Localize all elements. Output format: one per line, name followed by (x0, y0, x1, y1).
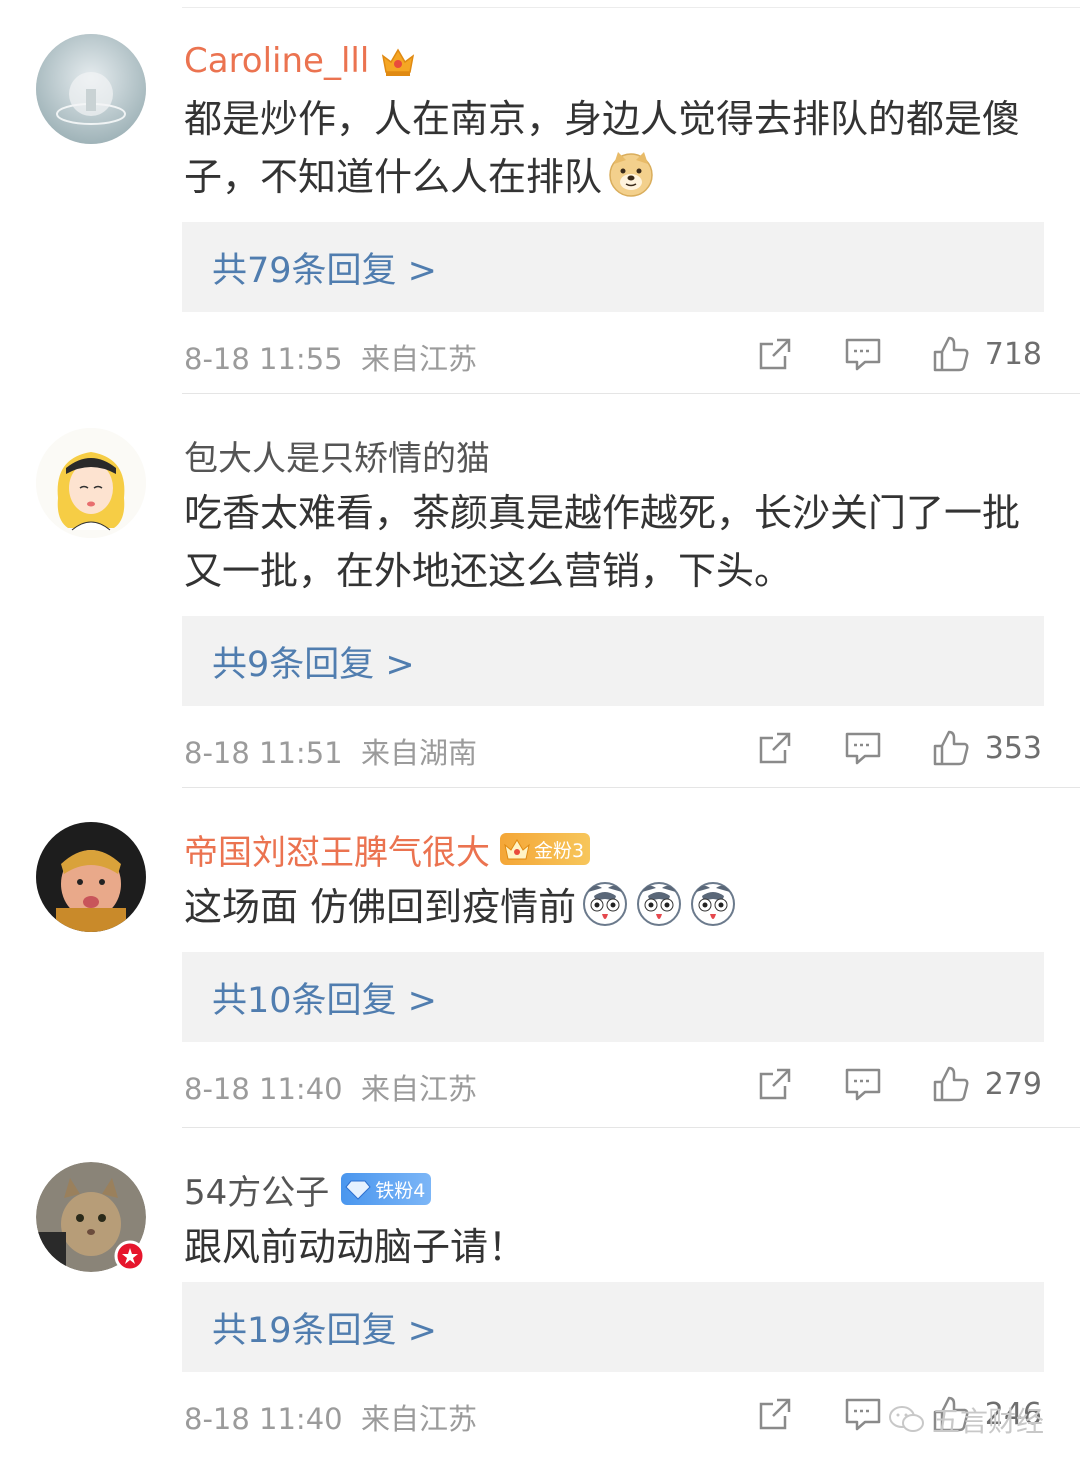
replies-count: 共9条回复 > (212, 644, 415, 685)
comment-item: Caroline_lll 都是炒作，人在南京，身边人觉得去排队的都是傻子，不知道… (0, 0, 1080, 394)
avatar[interactable] (36, 822, 146, 932)
like-count: 353 (984, 730, 1042, 766)
comment-location: 来自江苏 (361, 1072, 478, 1106)
comment-location: 来自湖南 (361, 736, 478, 770)
comment-icon[interactable] (843, 334, 883, 374)
comment-time: 8-18 11:51 (184, 736, 343, 770)
share-icon[interactable] (755, 1394, 795, 1434)
like-count: 718 (984, 336, 1042, 372)
comment-text: 这场面 仿佛回到疫情前 (184, 878, 1034, 936)
username[interactable]: Caroline_lll (184, 41, 369, 81)
share-icon[interactable] (755, 334, 795, 374)
comment-icon[interactable] (843, 1394, 883, 1434)
replies-count: 共10条回复 > (212, 980, 437, 1021)
fan-badge: 铁粉4 (341, 1173, 432, 1205)
diamond-badge-icon (345, 1180, 371, 1200)
avatar[interactable] (36, 428, 146, 538)
husky-emoji-icon (583, 882, 628, 926)
share-icon[interactable] (755, 1064, 795, 1104)
comment-text: 跟风前动动脑子请！ (184, 1225, 527, 1269)
wechat-icon (888, 1406, 924, 1432)
comment-icon[interactable] (843, 728, 883, 768)
replies-count: 共19条回复 > (212, 1310, 437, 1351)
username[interactable]: 54方公子 (184, 1165, 329, 1214)
username[interactable]: 包大人是只矫情的猫 (184, 431, 490, 480)
verified-badge-icon (114, 1240, 146, 1272)
comment-time: 8-18 11:40 (184, 1402, 343, 1436)
husky-emoji-icon (637, 882, 682, 926)
comment-time: 8-18 11:40 (184, 1072, 343, 1106)
share-icon[interactable] (755, 728, 795, 768)
comment-meta: 8-18 11:40 来自江苏 (184, 1066, 477, 1108)
doge-emoji-icon (609, 152, 653, 197)
watermark: 五言财经 (888, 1400, 1044, 1440)
like-icon[interactable] (931, 334, 971, 374)
like-icon[interactable] (931, 728, 971, 768)
comment-location: 来自江苏 (361, 1402, 478, 1436)
comment-meta: 8-18 11:51 来自湖南 (184, 730, 477, 772)
watermark-text: 五言财经 (931, 1405, 1044, 1438)
comment-time: 8-18 11:55 (184, 342, 343, 376)
fan-badge: 金粉3 (500, 833, 591, 865)
comment-item: 帝国刘怼王脾气很大 金粉3 这场面 仿佛回到疫情前 共10条回复 > 8-18 … (0, 788, 1080, 1128)
comment-location: 来自江苏 (361, 342, 478, 376)
crown-icon (382, 48, 415, 76)
crown-badge-icon (504, 839, 530, 860)
replies-link[interactable]: 共10条回复 > (182, 952, 1044, 1042)
replies-count: 共79条回复 > (212, 250, 437, 291)
husky-emoji-icon (691, 882, 736, 926)
username[interactable]: 帝国刘怼王脾气很大 (184, 825, 490, 874)
like-count: 279 (984, 1066, 1042, 1102)
avatar[interactable] (36, 34, 146, 144)
replies-link[interactable]: 共79条回复 > (182, 222, 1044, 312)
replies-link[interactable]: 共9条回复 > (182, 616, 1044, 706)
comment-meta: 8-18 11:55 来自江苏 (184, 336, 477, 378)
replies-link[interactable]: 共19条回复 > (182, 1282, 1044, 1372)
comment-text: 都是炒作，人在南京，身边人觉得去排队的都是傻子，不知道什么人在排队 (184, 97, 1021, 199)
comment-icon[interactable] (843, 1064, 883, 1104)
like-icon[interactable] (931, 1064, 971, 1104)
comment-meta: 8-18 11:40 来自江苏 (184, 1396, 477, 1438)
comment-text: 吃香太难看，茶颜真是越作越死，长沙关门了一批又一批，在外地还这么营销，下头。 (184, 491, 1021, 593)
avatar[interactable] (36, 1162, 146, 1272)
comment-item: 包大人是只矫情的猫 吃香太难看，茶颜真是越作越死，长沙关门了一批又一批，在外地还… (0, 394, 1080, 788)
